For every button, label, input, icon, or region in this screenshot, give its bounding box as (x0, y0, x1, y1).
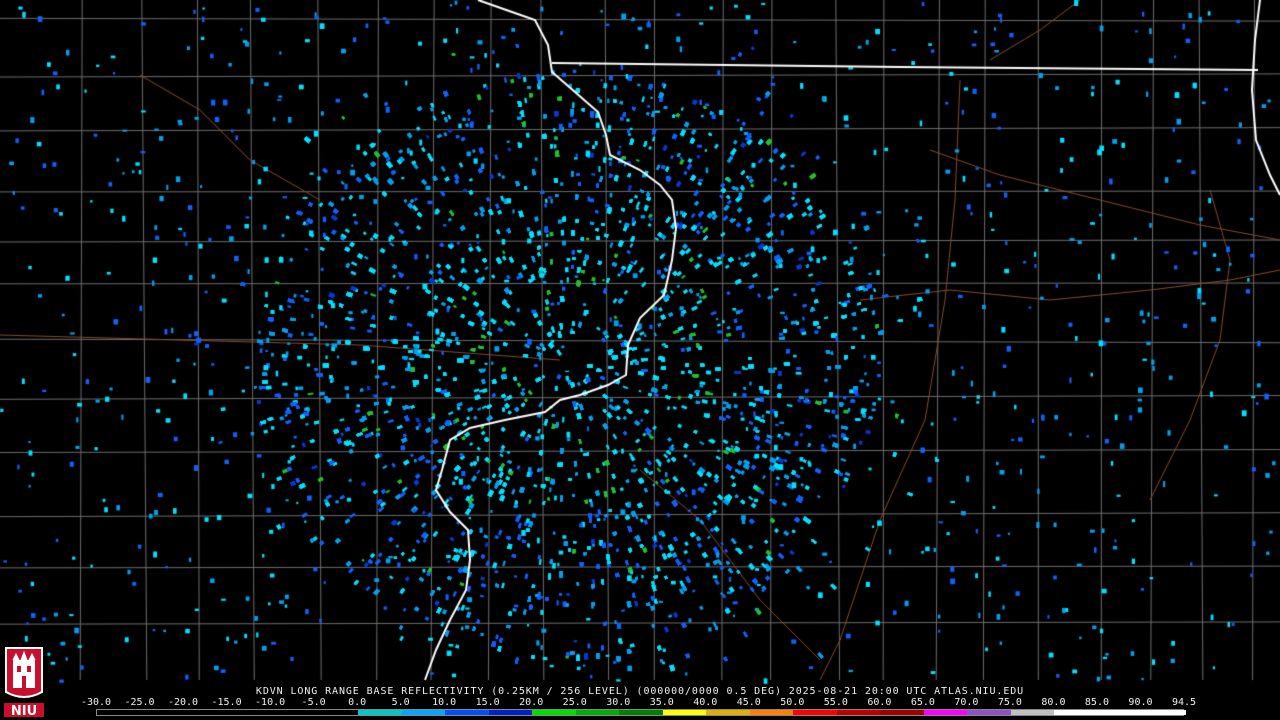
legend-label: 35.0 (649, 697, 674, 708)
colorbar-segment (967, 710, 1012, 715)
colorbar-segment (271, 710, 316, 715)
legend-label: 25.0 (562, 697, 587, 708)
colorbar-segment (575, 710, 621, 715)
colorbar-segment (836, 710, 882, 715)
colorbar-segment (184, 710, 229, 715)
colorbar-segment (532, 710, 577, 715)
legend-label: -20.0 (167, 697, 199, 708)
colorbar-segment (880, 710, 925, 715)
colorbar-segment (749, 710, 795, 715)
reflectivity-colorbar (96, 709, 1186, 716)
colorbar-segment (227, 710, 273, 715)
logo-text: NIU (11, 704, 37, 718)
colorbar-segment (401, 710, 447, 715)
legend-label: 70.0 (954, 697, 979, 708)
legend-label: 85.0 (1084, 697, 1109, 708)
legend-label: 15.0 (475, 697, 500, 708)
colorbar-segment (793, 710, 838, 715)
legend-label: 55.0 (823, 697, 848, 708)
colorbar-segment (706, 710, 751, 715)
legend-label: 75.0 (997, 697, 1022, 708)
legend-label: 30.0 (606, 697, 631, 708)
legend-label: 94.5 (1171, 697, 1197, 708)
legend-label: -5.0 (301, 697, 326, 708)
colorbar-segment (1010, 710, 1056, 715)
legend-label: 0.0 (348, 697, 367, 708)
legend-label: 20.0 (519, 697, 544, 708)
colorbar-segment (488, 710, 534, 715)
colorbar-segment (662, 710, 708, 715)
radar-map (0, 0, 1280, 720)
colorbar-segment (97, 710, 142, 715)
colorbar-segment (358, 710, 403, 715)
legend-label: 40.0 (693, 697, 718, 708)
colorbar-segment (314, 710, 360, 715)
legend-label: 80.0 (1041, 697, 1066, 708)
legend-label: 45.0 (736, 697, 761, 708)
legend-label: 60.0 (867, 697, 892, 708)
product-title: KDVN LONG RANGE BASE REFLECTIVITY (0.25K… (255, 686, 1025, 697)
colorbar-segment (619, 710, 664, 715)
legend-label: 50.0 (780, 697, 805, 708)
legend-label: 65.0 (910, 697, 935, 708)
colorbar-segment (923, 710, 969, 715)
legend-label: 5.0 (391, 697, 410, 708)
legend-label: -30.0 (80, 697, 112, 708)
colorbar-segment (140, 710, 186, 715)
legend-label: -15.0 (211, 697, 242, 708)
legend-labels: -30.0 -25.0 -20.0 -15.0 -10.0 -5.0 0.0 5.0 10.0 1… (81, 697, 1197, 708)
colorbar-segment (445, 710, 490, 715)
colorbar-segment (1141, 710, 1186, 715)
colorbar-segment (1054, 710, 1099, 715)
legend-label: -25.0 (124, 697, 155, 708)
colorbar-segment (1097, 710, 1143, 715)
niu-logo: NIU (2, 646, 46, 718)
legend-label: -10.0 (255, 697, 286, 708)
legend-label: 90.0 (1128, 697, 1153, 708)
legend-label: 10.0 (432, 697, 457, 708)
